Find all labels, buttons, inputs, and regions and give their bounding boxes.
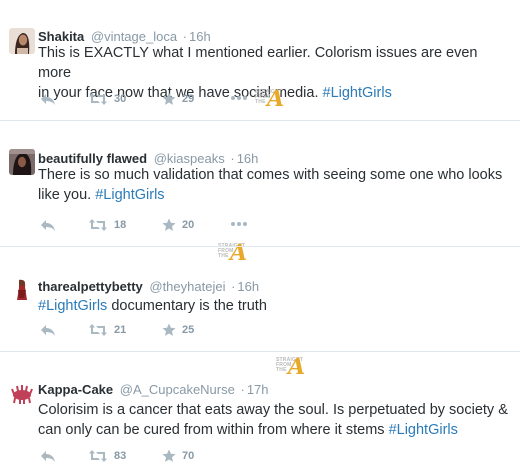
tweet-header: Shakita @vintage_loca · 16h: [38, 29, 211, 44]
retweet-count: 18: [114, 219, 127, 231]
tweet-text: #LightGirls documentary is the truth: [38, 296, 513, 316]
avatar[interactable]: [9, 28, 35, 54]
more-button[interactable]: [230, 221, 248, 227]
tweet-text-line: like you.: [38, 187, 96, 203]
tweet-actions: 21 25: [38, 323, 338, 341]
retweet-count: 21: [114, 324, 127, 336]
hashtag-link[interactable]: #LightGirls: [95, 187, 164, 203]
tweet-text-line: documentary is the truth: [107, 298, 267, 314]
favorite-button[interactable]: 20: [162, 218, 194, 232]
tweet-actions: 30 29: [38, 92, 338, 110]
hashtag-link[interactable]: #LightGirls: [389, 422, 458, 438]
reply-icon: [41, 325, 55, 336]
separator-dot: ·: [182, 29, 188, 44]
tweet-text-line: There is so much validation that comes w…: [38, 167, 503, 183]
separator-dot: ·: [240, 382, 245, 397]
timestamp[interactable]: 16h: [237, 279, 259, 294]
user-name[interactable]: beautifully flawed: [38, 151, 147, 166]
retweet-button[interactable]: 18: [88, 218, 126, 232]
avatar[interactable]: [9, 276, 35, 302]
retweet-button[interactable]: 30: [88, 92, 126, 106]
hashtag-link[interactable]: #LightGirls: [38, 298, 107, 314]
reply-icon: [41, 220, 55, 231]
favorite-button[interactable]: 29: [162, 92, 194, 106]
tweet-actions: 83 70: [38, 449, 338, 467]
timestamp[interactable]: 16h: [237, 151, 259, 166]
reply-button[interactable]: [40, 92, 56, 106]
watermark-letter: A: [267, 86, 285, 112]
retweet-icon: [89, 450, 107, 462]
timestamp[interactable]: 16h: [189, 29, 211, 44]
star-icon: [162, 218, 176, 231]
retweet-button[interactable]: 21: [88, 323, 126, 337]
favorite-count: 25: [182, 324, 195, 336]
favorite-count: 29: [182, 93, 195, 105]
star-icon: [162, 323, 176, 336]
user-name[interactable]: Shakita: [38, 29, 84, 44]
favorite-count: 20: [182, 219, 195, 231]
more-button[interactable]: [230, 95, 248, 101]
user-handle[interactable]: @kiaspeaks: [154, 151, 225, 166]
tweet-header: tharealpettybetty @theyhatejei · 16h: [38, 279, 259, 294]
reply-icon: [41, 94, 55, 105]
retweet-icon: [89, 324, 107, 336]
tweet-header: Kappa-Cake @A_CupcakeNurse · 17h: [38, 382, 269, 397]
reply-button[interactable]: [40, 218, 56, 232]
retweet-count: 83: [114, 450, 127, 462]
tweet-actions: 18 20: [38, 218, 338, 236]
tweet-text: Colorisim is a cancer that eats away the…: [38, 400, 513, 440]
watermark-letter: A: [288, 354, 306, 380]
reply-button[interactable]: [40, 323, 56, 337]
timestamp[interactable]: 17h: [247, 382, 269, 397]
separator-dot: ·: [231, 279, 236, 294]
tweet-header: beautifully flawed @kiaspeaks · 16h: [38, 151, 258, 166]
watermark: STRAIGHTFROMTHE A: [255, 86, 285, 112]
retweet-button[interactable]: 83: [88, 449, 126, 463]
avatar[interactable]: [9, 149, 35, 175]
avatar[interactable]: [9, 380, 35, 406]
tweet-divider: [0, 120, 520, 121]
favorite-button[interactable]: 25: [162, 323, 194, 337]
reply-icon: [41, 451, 55, 462]
tweet-text: There is so much validation that comes w…: [38, 165, 513, 205]
favorite-button[interactable]: 70: [162, 449, 194, 463]
tweet-text-line: can only can be cured from within from w…: [38, 422, 389, 438]
tweet-text-line: This is EXACTLY what I mentioned earlier…: [38, 45, 478, 81]
retweet-count: 30: [114, 93, 127, 105]
retweet-icon: [89, 219, 107, 231]
user-name[interactable]: Kappa-Cake: [38, 382, 113, 397]
reply-button[interactable]: [40, 449, 56, 463]
user-name[interactable]: tharealpettybetty: [38, 279, 143, 294]
watermark-letter: A: [230, 240, 248, 266]
more-dots-icon: [231, 222, 247, 226]
more-dots-icon: [231, 96, 247, 100]
user-handle[interactable]: @A_CupcakeNurse: [120, 382, 235, 397]
retweet-icon: [89, 93, 107, 105]
tweet-divider: [0, 351, 520, 352]
watermark: STRAIGHTFROMTHE A: [276, 354, 306, 380]
favorite-count: 70: [182, 450, 195, 462]
star-icon: [162, 92, 176, 105]
user-handle[interactable]: @theyhatejei: [149, 279, 225, 294]
separator-dot: ·: [230, 151, 235, 166]
tweet-divider: [0, 246, 520, 247]
user-handle[interactable]: @vintage_loca: [91, 29, 177, 44]
star-icon: [162, 449, 176, 462]
tweet-text-line: Colorisim is a cancer that eats away the…: [38, 402, 508, 418]
